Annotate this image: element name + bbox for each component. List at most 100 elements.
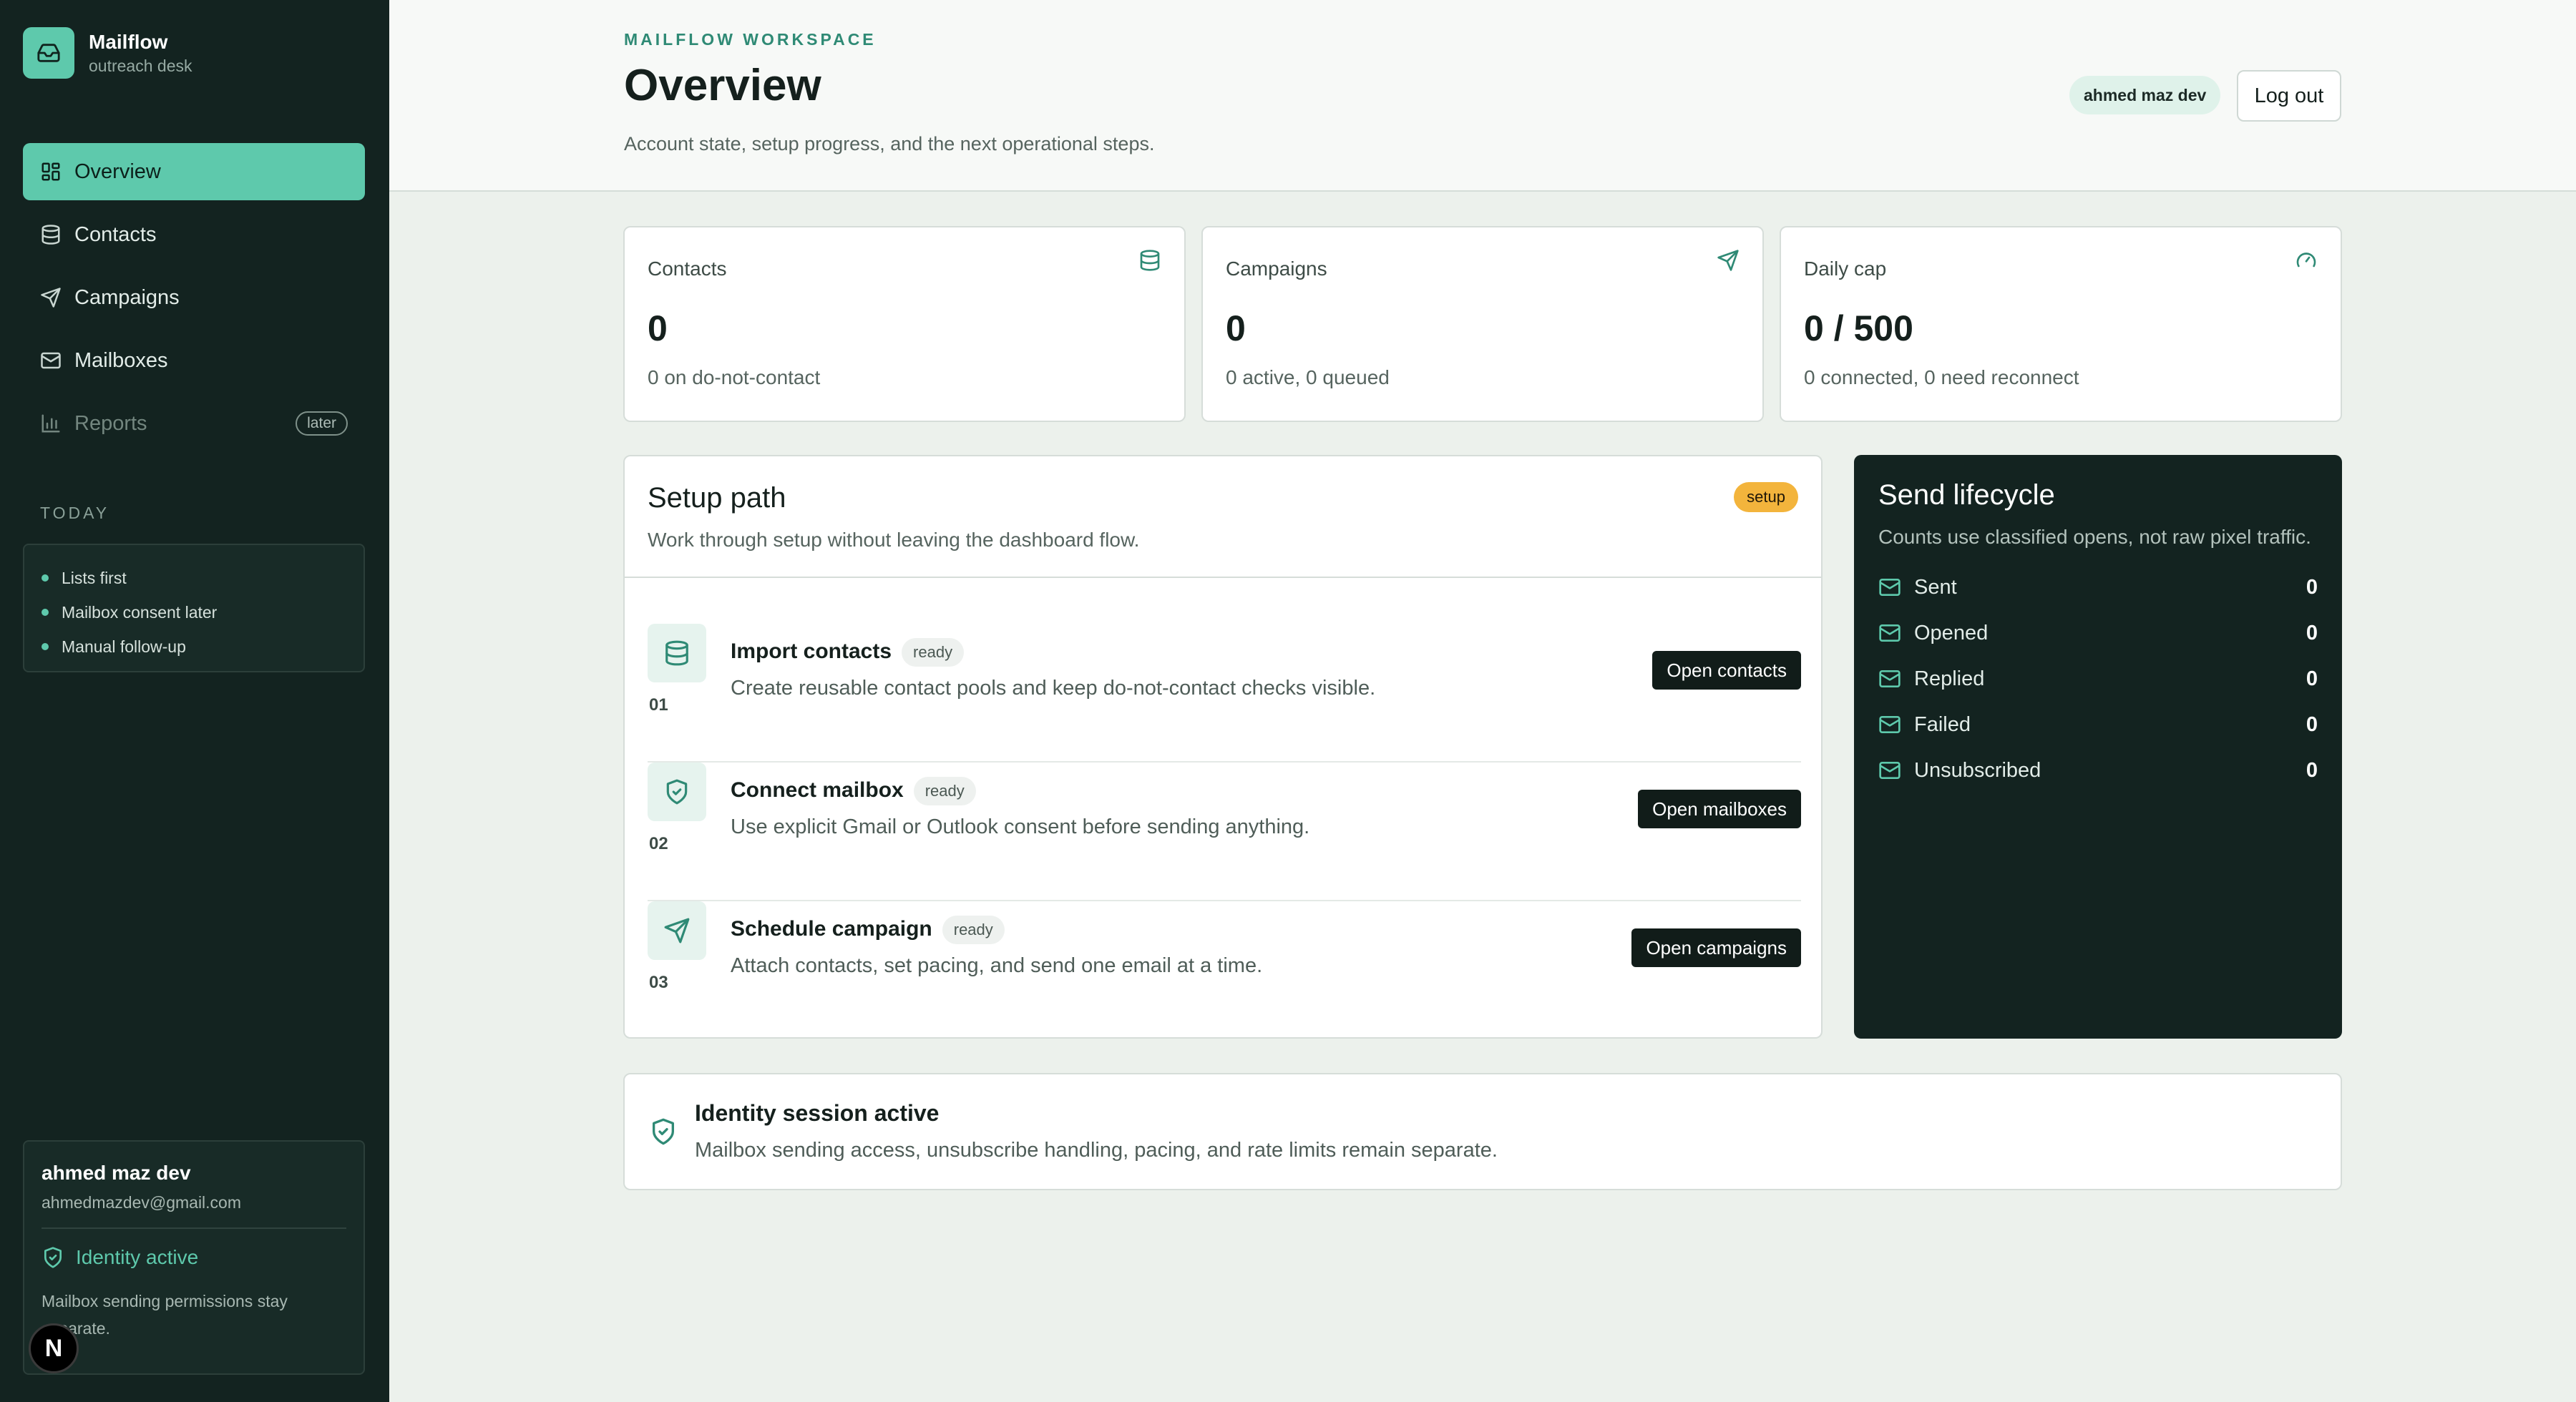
stat-card-campaigns: Campaigns 0 0 active, 0 queued — [1201, 226, 1764, 422]
stat-value: 0 / 500 — [1804, 308, 1913, 348]
stat-label: Campaigns — [1226, 258, 1327, 280]
later-badge: later — [296, 411, 348, 436]
send-icon — [648, 901, 706, 960]
setup-header: Setup path Work through setup without le… — [625, 456, 1821, 578]
shield-check-icon — [649, 1117, 678, 1146]
sidebar-item-label: Campaigns — [74, 285, 180, 309]
stat-card-daily-cap: Daily cap 0 / 500 0 connected, 0 need re… — [1780, 226, 2342, 422]
lifecycle-row-opened: Opened 0 — [1878, 610, 2318, 656]
lifecycle-label: Unsubscribed — [1914, 758, 2041, 782]
lifecycle-row-replied: Replied 0 — [1878, 656, 2318, 702]
page-header: MAILFLOW WORKSPACE Overview Account stat… — [389, 0, 2576, 192]
brand-subtitle: outreach desk — [89, 57, 192, 75]
stat-sub: 0 on do-not-contact — [648, 366, 821, 388]
sidebar-item-overview[interactable]: Overview — [23, 143, 365, 200]
open-contacts-button[interactable]: Open contacts — [1652, 651, 1801, 690]
gauge-icon — [2295, 249, 2318, 272]
step-description: Attach contacts, set pacing, and send on… — [731, 954, 1263, 977]
lifecycle-row-sent: Sent 0 — [1878, 564, 2318, 610]
step-number: 01 — [649, 695, 668, 715]
stat-card-contacts: Contacts 0 0 on do-not-contact — [623, 226, 1186, 422]
page-subtitle: Account state, setup progress, and the n… — [624, 133, 1155, 155]
setup-title: Setup path — [648, 482, 786, 514]
lifecycle-label: Replied — [1914, 667, 1985, 690]
sidebar-item-reports[interactable]: Reports later — [23, 395, 365, 452]
sidebar-item-campaigns[interactable]: Campaigns — [23, 269, 365, 326]
bullet-icon — [42, 643, 49, 650]
divider — [42, 1227, 346, 1229]
lifecycle-value: 0 — [2306, 712, 2318, 736]
setup-step-connect-mailbox: 02 Connect mailbox ready Use explicit Gma… — [648, 763, 1801, 901]
identity-card-subtitle: Mailbox sending access, unsubscribe hand… — [695, 1139, 1498, 1162]
step-description: Create reusable contact pools and keep d… — [731, 677, 1376, 700]
sidebar: Mailflow outreach desk Overview Contacts… — [0, 0, 389, 1402]
brand-name: Mailflow — [89, 31, 168, 53]
mail-icon — [1878, 576, 1901, 599]
bullet-icon — [42, 574, 49, 582]
send-icon — [1717, 249, 1740, 272]
stat-sub: 0 connected, 0 need reconnect — [1804, 366, 2079, 388]
lifecycle-list: Sent 0 Opened 0 Replied 0 Failed 0 Unsub… — [1878, 564, 2318, 793]
lifecycle-row-failed: Failed 0 — [1878, 702, 2318, 747]
user-name: ahmed maz dev — [42, 1162, 191, 1184]
open-mailboxes-button[interactable]: Open mailboxes — [1638, 790, 1801, 828]
lifecycle-value: 0 — [2306, 667, 2318, 690]
user-note: Mailbox sending permissions stay separat… — [42, 1292, 288, 1338]
setup-path-card: Setup path Work through setup without le… — [623, 455, 1823, 1039]
sidebar-item-contacts[interactable]: Contacts — [23, 206, 365, 263]
stat-sub: 0 active, 0 queued — [1226, 366, 1390, 388]
inbox-icon — [23, 27, 74, 79]
step-number: 02 — [649, 834, 668, 853]
status-badge: ready — [942, 916, 1005, 944]
lifecycle-subtitle: Counts use classified opens, not raw pix… — [1878, 526, 2311, 548]
stat-label: Contacts — [648, 258, 727, 280]
brand[interactable]: Mailflow outreach desk — [23, 27, 192, 79]
sidebar-item-label: Contacts — [74, 222, 157, 246]
setup-step-import-contacts: 01 Import contacts ready Create reusable … — [648, 624, 1801, 763]
database-icon — [40, 224, 62, 245]
sidebar-item-mailboxes[interactable]: Mailboxes — [23, 332, 365, 389]
bar-chart-icon — [40, 413, 62, 434]
shield-check-icon — [648, 763, 706, 821]
setup-step-schedule-campaign: 03 Schedule campaign ready Attach contact… — [648, 901, 1801, 1040]
setup-subtitle: Work through setup without leaving the d… — [648, 529, 1140, 551]
bullet-icon — [42, 609, 49, 616]
open-campaigns-button[interactable]: Open campaigns — [1631, 928, 1801, 967]
logout-button[interactable]: Log out — [2237, 70, 2341, 122]
identity-card-title: Identity session active — [695, 1100, 940, 1126]
database-icon — [648, 624, 706, 682]
list-item: Mailbox consent later — [42, 595, 364, 629]
user-pill: ahmed maz dev — [2069, 76, 2221, 114]
mail-icon — [1878, 759, 1901, 782]
lifecycle-label: Opened — [1914, 621, 1989, 644]
step-title: Connect mailbox ready — [731, 777, 976, 805]
lifecycle-title: Send lifecycle — [1878, 479, 2055, 511]
sidebar-item-label: Overview — [74, 160, 161, 183]
lifecycle-label: Failed — [1914, 712, 1971, 736]
lifecycle-label: Sent — [1914, 575, 1957, 599]
list-item: Manual follow-up — [42, 629, 364, 664]
sidebar-nav: Overview Contacts Campaigns Mailboxes Re… — [23, 143, 365, 458]
setup-badge: setup — [1734, 482, 1798, 512]
step-description: Use explicit Gmail or Outlook consent be… — [731, 815, 1310, 838]
layout-grid-icon — [40, 161, 62, 182]
today-list: Lists first Mailbox consent later Manual… — [23, 544, 365, 672]
lifecycle-value: 0 — [2306, 621, 2318, 644]
lifecycle-row-unsubscribed: Unsubscribed 0 — [1878, 747, 2318, 793]
list-item: Lists first — [42, 561, 364, 595]
next-badge[interactable]: N — [29, 1323, 79, 1373]
mail-icon — [1878, 667, 1901, 690]
lifecycle-value: 0 — [2306, 575, 2318, 599]
status-badge: ready — [913, 777, 976, 805]
mail-icon — [1878, 622, 1901, 644]
workspace-eyebrow: MAILFLOW WORKSPACE — [624, 30, 877, 49]
stat-label: Daily cap — [1804, 258, 1887, 280]
step-title: Import contacts ready — [731, 638, 965, 667]
stat-value: 0 — [1226, 308, 1246, 348]
lifecycle-value: 0 — [2306, 758, 2318, 782]
database-icon — [1138, 249, 1161, 272]
status-badge: ready — [902, 638, 965, 667]
identity-status: Identity active — [42, 1246, 346, 1269]
sidebar-item-label: Reports — [74, 411, 147, 435]
step-title: Schedule campaign ready — [731, 916, 1005, 944]
